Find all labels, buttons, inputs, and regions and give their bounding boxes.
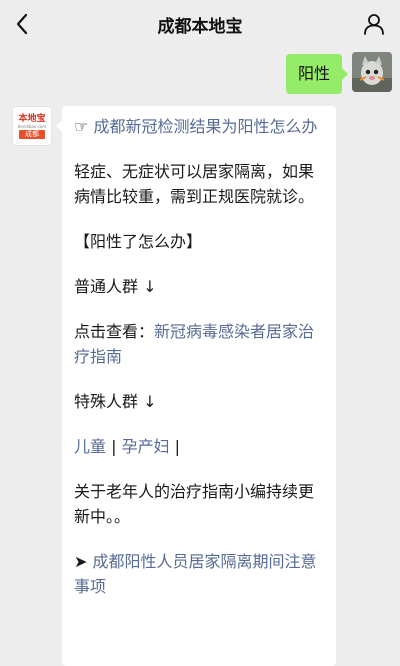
outgoing-bubble[interactable]: 阳性 bbox=[285, 54, 349, 94]
logo-city-badge: 成都 bbox=[19, 129, 45, 139]
intro-text: 轻症、无症状可以居家隔离，如果病情比较重，需到正规医院就诊。 bbox=[74, 162, 315, 206]
final-line: ➤ 成都阳性人员居家隔离期间注意事项 bbox=[74, 549, 324, 599]
elderly-note: 关于老年人的治疗指南小编持续更新中。。 bbox=[74, 482, 315, 526]
view-guide-line: 点击查看：新冠病毒感染者居家治疗指南 bbox=[74, 319, 324, 369]
top-bar: 成都本地宝 bbox=[0, 0, 400, 48]
special-group-label: 特殊人群 ↓ bbox=[74, 392, 157, 411]
logo-wordmark: 本地宝 bbox=[18, 113, 46, 124]
separator: | bbox=[169, 437, 181, 456]
headline: ☞ 成都新冠检测结果为阳性怎么办 bbox=[74, 114, 324, 139]
person-icon bbox=[364, 14, 384, 35]
pregnant-link[interactable]: 孕产妇 bbox=[122, 437, 170, 456]
section-title: 【阳性了怎么办】 bbox=[74, 232, 203, 251]
user-avatar[interactable] bbox=[352, 52, 392, 92]
headline-link[interactable]: 成都新冠检测结果为阳性怎么办 bbox=[93, 117, 317, 136]
children-link[interactable]: 儿童 bbox=[74, 437, 106, 456]
outgoing-message: 阳性 bbox=[285, 52, 392, 94]
bot-avatar[interactable]: 本地宝 bendibao.com 成都 bbox=[12, 106, 52, 146]
logo-url: bendibao.com bbox=[17, 123, 47, 129]
view-prefix: 点击查看： bbox=[74, 322, 155, 341]
general-group-label: 普通人群 ↓ bbox=[74, 277, 157, 296]
pointing-hand-icon: ☞ bbox=[74, 117, 89, 136]
arrow-icon: ➤ bbox=[74, 552, 88, 571]
incoming-bubble: ☞ 成都新冠检测结果为阳性怎么办 轻症、无症状可以居家隔离，如果病情比较重，需到… bbox=[56, 106, 336, 666]
incoming-message: 本地宝 bendibao.com 成都 ☞ 成都新冠检测结果为阳性怎么办 轻症、… bbox=[12, 106, 336, 666]
home-isolation-notes-link[interactable]: 成都阳性人员居家隔离期间注意事项 bbox=[74, 552, 317, 596]
user-avatar-image bbox=[352, 52, 392, 92]
special-links-line: 儿童 | 孕产妇 | bbox=[74, 434, 324, 459]
separator: | bbox=[106, 437, 122, 456]
chat-title: 成都本地宝 bbox=[157, 17, 243, 37]
profile-button[interactable] bbox=[360, 10, 388, 38]
